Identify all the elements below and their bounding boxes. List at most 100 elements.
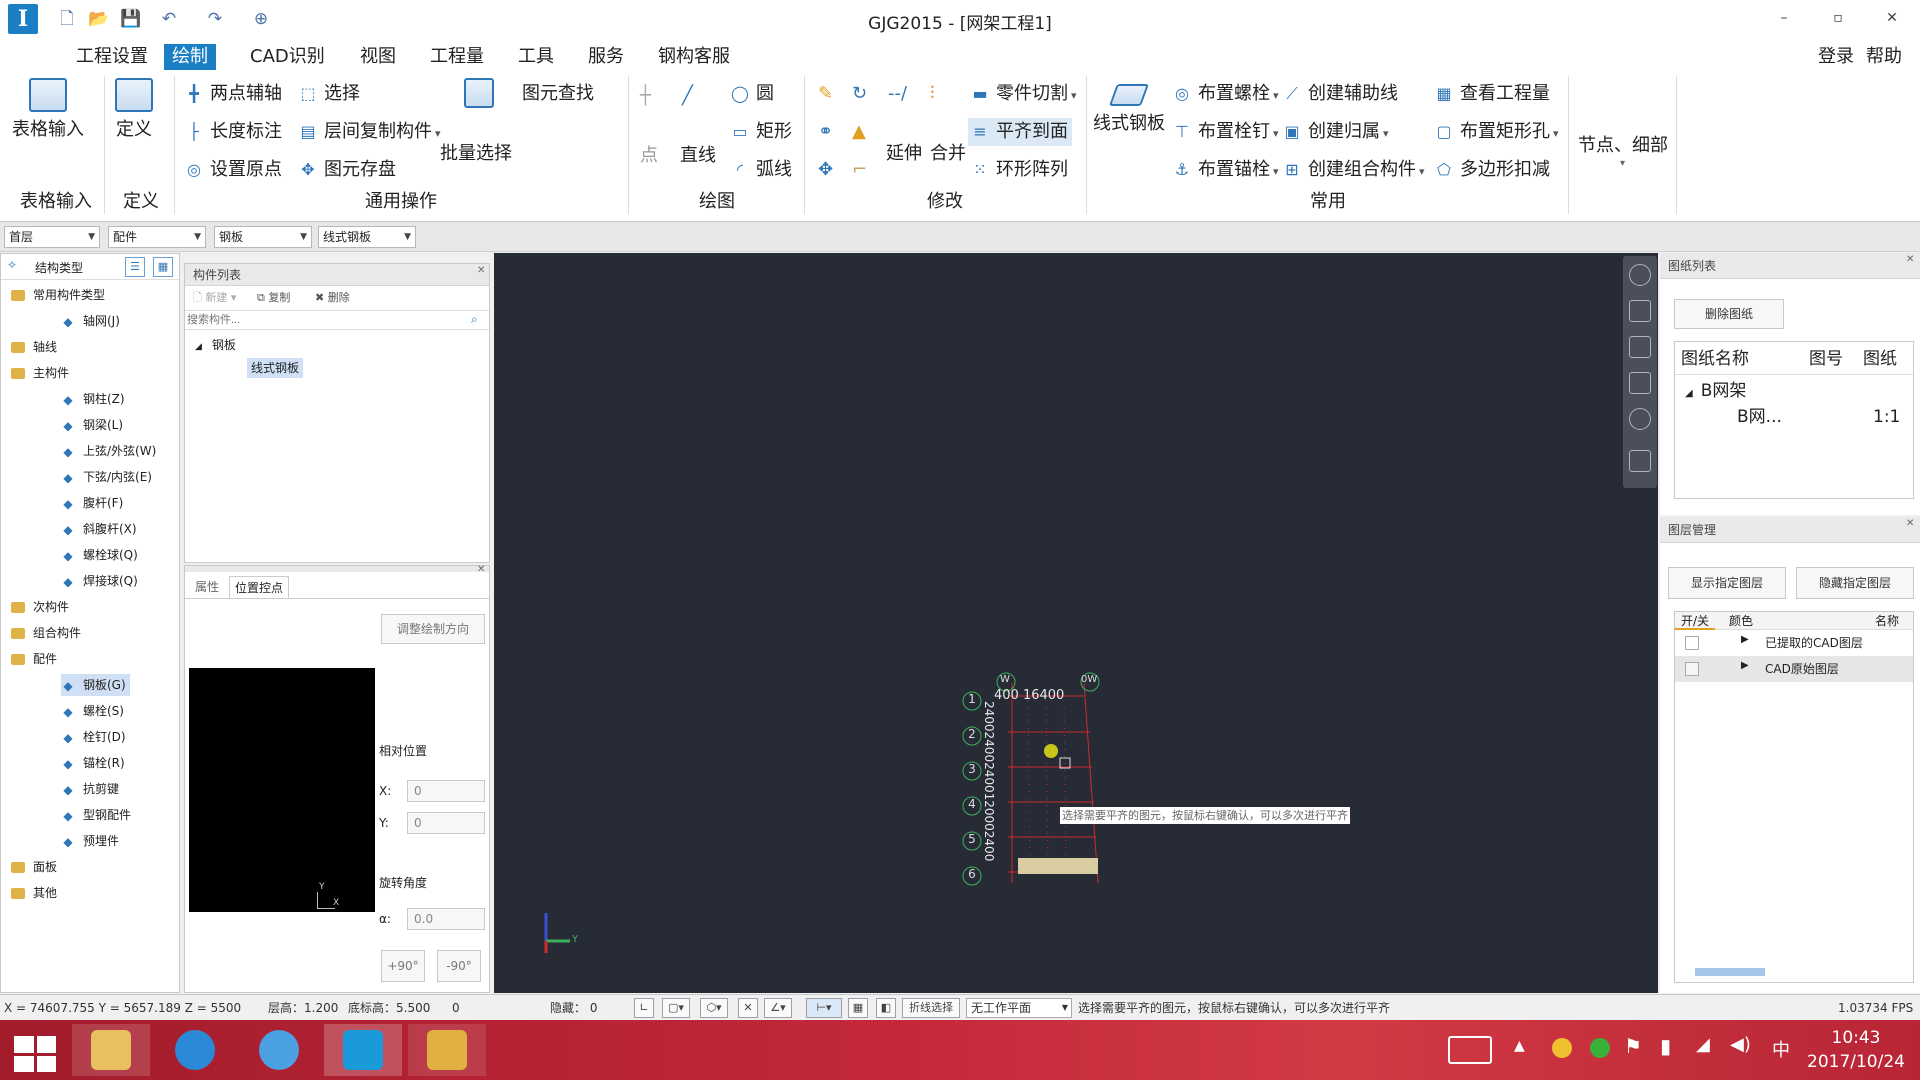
circle-button[interactable]: ◯ 圆: [728, 80, 774, 108]
tree-item[interactable]: ◆ 斜腹杆(X): [61, 518, 136, 540]
linear-plate-button[interactable]: 线式钢板: [1092, 84, 1166, 136]
copy-component-button[interactable]: ⧉ 复制: [257, 288, 290, 308]
taskbar-paint[interactable]: [408, 1024, 486, 1076]
menu-project-settings[interactable]: 工程设置: [68, 44, 156, 70]
tree-item[interactable]: ◆ 锚栓(R): [61, 752, 124, 774]
alpha-input[interactable]: 0.0: [407, 908, 485, 930]
polyline-select-toggle[interactable]: 折线选择: [902, 998, 960, 1018]
component-select[interactable]: 线式钢板 ▼: [318, 226, 416, 248]
cross-icon[interactable]: ✕: [738, 998, 758, 1018]
snap-icon[interactable]: ▢▾: [662, 998, 690, 1018]
rotate-minus-90-button[interactable]: -90°: [437, 950, 481, 982]
tree-item[interactable]: ◆ 预埋件: [61, 830, 119, 852]
rotate-plus-90-button[interactable]: +90°: [381, 950, 425, 982]
flag-icon[interactable]: ⚑: [1624, 1034, 1642, 1058]
minimize-button[interactable]: –: [1762, 4, 1806, 32]
tree-category[interactable]: 次构件: [11, 596, 69, 618]
delete-drawing-button[interactable]: 删除图纸: [1674, 299, 1784, 329]
tree-item[interactable]: ◆ 型钢配件: [61, 804, 131, 826]
offset-shape-icon[interactable]: ⌐: [852, 156, 867, 184]
keyboard-icon[interactable]: [1448, 1036, 1492, 1064]
grid-icon[interactable]: ▦: [848, 998, 868, 1018]
search-box[interactable]: ⌕: [185, 310, 489, 330]
show-layer-button[interactable]: 显示指定图层: [1668, 567, 1786, 599]
tree-item[interactable]: ◆ 焊接球(Q): [61, 570, 137, 592]
point-tool-icon[interactable]: ┼: [640, 82, 651, 110]
pencil-icon[interactable]: ✎: [818, 80, 833, 108]
align-face-button[interactable]: ≡ 平齐到面: [968, 118, 1072, 146]
tree-item[interactable]: ◆ 钢柱(Z): [61, 388, 124, 410]
work-plane-select[interactable]: 无工作平面 ▼: [966, 998, 1072, 1018]
y-input[interactable]: 0: [407, 812, 485, 834]
place-rect-hole-button[interactable]: ▢ 布置矩形孔 ▾: [1432, 118, 1558, 148]
create-aux-line-button[interactable]: ⟋ 创建辅助线: [1280, 80, 1398, 108]
save-element-button[interactable]: ✥ 图元存盘: [296, 156, 396, 184]
part-cut-button[interactable]: ▬ 零件切割 ▾: [968, 80, 1076, 110]
menu-draw[interactable]: 绘制: [164, 44, 216, 70]
polygon-deduct-button[interactable]: ⬠ 多边形扣减: [1432, 156, 1550, 184]
clock-date[interactable]: 2017/10/24: [1800, 1052, 1912, 1072]
place-pin-button[interactable]: ⊤ 布置栓钉 ▾: [1170, 118, 1279, 148]
ortho-icon[interactable]: ∟: [634, 998, 654, 1018]
new-component-button[interactable]: 🗋 新建 ▾: [193, 288, 236, 308]
hide-layer-button[interactable]: 隐藏指定图层: [1796, 567, 1914, 599]
tree-category[interactable]: 常用构件类型: [11, 284, 105, 306]
tree-item[interactable]: ◆ 轴网(J): [61, 310, 120, 332]
tree-category[interactable]: 主构件: [11, 362, 69, 384]
taskbar-app-s[interactable]: [156, 1024, 234, 1076]
merge-button[interactable]: 合并: [930, 140, 966, 168]
place-bolt-button[interactable]: ◎ 布置螺栓 ▾: [1170, 80, 1279, 110]
arc-button[interactable]: ◜ 弧线: [728, 156, 792, 184]
layer-toggle-checkbox[interactable]: [1685, 662, 1699, 676]
tree-item[interactable]: ◆ 螺栓(S): [61, 700, 124, 722]
mirror-icon[interactable]: ▲: [852, 118, 866, 146]
find-element-icon-button[interactable]: [454, 78, 504, 114]
search-input[interactable]: [187, 312, 457, 328]
tab-attributes[interactable]: 属性: [189, 576, 225, 598]
dimension-input-icon[interactable]: ⊢▾: [806, 998, 842, 1018]
move-icon[interactable]: ✥: [818, 156, 833, 184]
rect-button[interactable]: ▭ 矩形: [728, 118, 792, 146]
view-3d-icon[interactable]: [1629, 336, 1651, 358]
menu-quantity[interactable]: 工程量: [422, 44, 492, 70]
refresh-view-icon[interactable]: [1629, 408, 1651, 430]
adjust-direction-button[interactable]: 调整绘制方向: [381, 614, 485, 644]
tree-item[interactable]: ◆ 下弦/内弦(E): [61, 466, 152, 488]
tray-plus-icon[interactable]: [1590, 1038, 1610, 1058]
category-select[interactable]: 配件 ▼: [108, 226, 206, 248]
place-anchor-button[interactable]: ⚓ 布置锚栓 ▾: [1170, 156, 1279, 186]
menu-view[interactable]: 视图: [352, 44, 404, 70]
tree-item[interactable]: ◆ 螺栓球(Q): [61, 544, 137, 566]
layer-toggle-checkbox[interactable]: [1685, 636, 1699, 650]
orbit-icon[interactable]: [1629, 264, 1651, 286]
drawing-canvas[interactable]: 1 2 3 4 5 6 W 0W 400 16400 2400240024001…: [494, 253, 1658, 993]
tree-item[interactable]: ◆ 抗剪键: [61, 778, 119, 800]
expand-icon[interactable]: ▶: [1741, 660, 1749, 671]
find-element-button[interactable]: 图元查找: [522, 80, 594, 108]
tree-category[interactable]: 轴线: [11, 336, 57, 358]
split-icon[interactable]: ⫶: [930, 80, 935, 108]
clock-time[interactable]: 10:43: [1806, 1028, 1906, 1048]
create-combo-button[interactable]: ⊞ 创建组合构件 ▾: [1280, 156, 1424, 186]
taskbar-camera[interactable]: [240, 1024, 318, 1076]
tree-category[interactable]: 配件: [11, 648, 57, 670]
tree-item[interactable]: ◆ 栓钉(D): [61, 726, 125, 748]
menu-service[interactable]: 服务: [580, 44, 632, 70]
taskbar-explorer[interactable]: [72, 1024, 150, 1076]
tree-group-steel-plate[interactable]: ◢ 钢板: [195, 336, 236, 353]
type-select[interactable]: 钢板 ▼: [214, 226, 312, 248]
menu-steel-support[interactable]: 钢构客服: [650, 44, 738, 70]
close-icon[interactable]: ✕: [1906, 518, 1914, 529]
layer-row[interactable]: ▶ 已提取的CAD图层: [1675, 630, 1913, 656]
tree-category[interactable]: 组合构件: [11, 622, 81, 644]
tree-category[interactable]: 其他: [11, 882, 57, 904]
layer-icon[interactable]: ◧: [876, 998, 896, 1018]
network-icon[interactable]: ▮: [1660, 1034, 1671, 1058]
tree-item[interactable]: ◆ 钢梁(L): [61, 414, 123, 436]
create-belong-button[interactable]: ▣ 创建归属 ▾: [1280, 118, 1388, 148]
drawing-row-name[interactable]: B网...: [1737, 404, 1782, 430]
line-tool-icon[interactable]: ╱: [682, 82, 693, 110]
view-grid-icon[interactable]: [1629, 450, 1651, 472]
horizontal-scrollbar[interactable]: [1695, 968, 1765, 976]
length-dim-button[interactable]: ├ 长度标注: [182, 118, 282, 146]
